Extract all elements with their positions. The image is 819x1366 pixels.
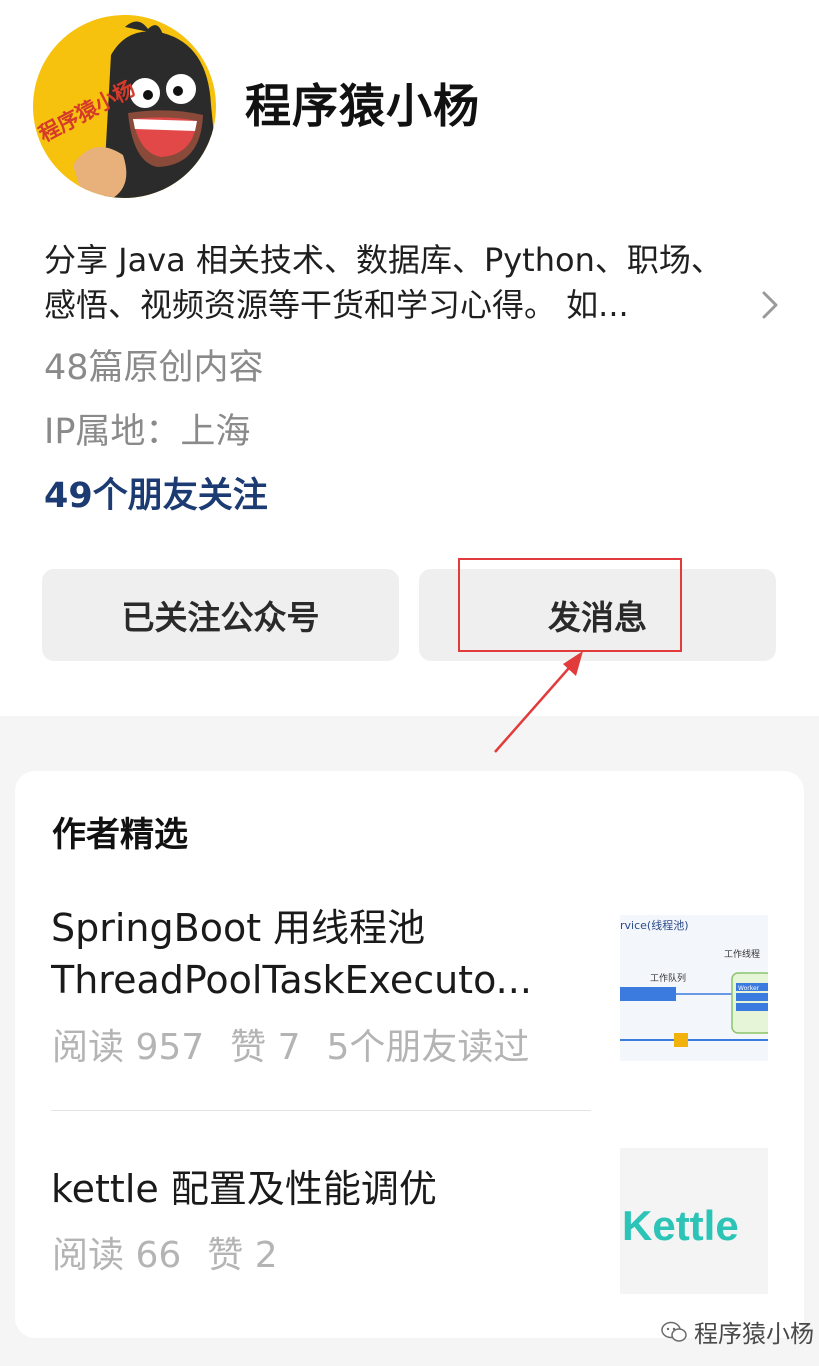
profile-header: 程序猿小杨 程序猿小杨 分享 Java 相关技术、数据库、Python、职场、 … [0, 0, 819, 716]
watermark: 程序猿小杨 [660, 1314, 814, 1349]
ip-location: IP属地：上海 [44, 412, 251, 452]
description-line: 感悟、视频资源等干货和学习心得。 如... [44, 286, 629, 324]
article-title-line: ThreadPoolTaskExecuto... [51, 958, 532, 1002]
avatar[interactable]: 程序猿小杨 [33, 15, 216, 198]
thumb-caption: rvice(线程池) [620, 918, 689, 932]
article-meta: 阅读 957 赞 7 5个朋友读过 [52, 1025, 529, 1071]
articles-count: 48篇原创内容 [44, 348, 264, 388]
like-count: 赞 7 [230, 1027, 301, 1068]
article-title[interactable]: SpringBoot 用线程池 ThreadPoolTaskExecuto... [51, 902, 571, 1006]
like-count: 赞 2 [207, 1235, 278, 1276]
article-thumbnail[interactable]: rvice(线程池) 工作线程 工作队列 Worker [620, 915, 768, 1061]
article-title-line: kettle 配置及性能调优 [51, 1167, 437, 1211]
kettle-logo-thumbnail: Kettle [620, 1148, 768, 1294]
kettle-logo-text: Kettle [622, 1202, 739, 1249]
article-title-line: SpringBoot 用线程池 [51, 906, 426, 950]
read-count: 阅读 957 [52, 1027, 205, 1068]
wechat-icon [661, 1321, 687, 1342]
article-title[interactable]: kettle 配置及性能调优 [51, 1163, 571, 1215]
followed-account-button[interactable]: 已关注公众号 [42, 569, 399, 661]
article-thumbnail[interactable]: Kettle [620, 1148, 768, 1294]
featured-section: 作者精选 SpringBoot 用线程池 ThreadPoolTaskExecu… [15, 771, 804, 1338]
featured-title: 作者精选 [52, 815, 188, 855]
account-description[interactable]: 分享 Java 相关技术、数据库、Python、职场、 感悟、视频资源等干货和学… [44, 238, 774, 328]
annotation-arrow-icon [494, 651, 583, 753]
thumb-label: 工作线程 [724, 948, 760, 960]
threadpool-diagram-thumbnail: rvice(线程池) 工作线程 工作队列 Worker [620, 915, 768, 1061]
read-count: 阅读 66 [52, 1235, 182, 1276]
description-line: 分享 Java 相关技术、数据库、Python、职场、 [44, 241, 723, 279]
friends-read: 5个朋友读过 [326, 1027, 530, 1068]
friends-following-link[interactable]: 49个朋友关注 [44, 474, 268, 518]
watermark-text: 程序猿小杨 [694, 1320, 814, 1348]
thumb-label: Worker [738, 985, 760, 992]
divider [51, 1110, 591, 1111]
account-name: 程序猿小杨 [245, 79, 480, 133]
gorilla-avatar-icon: 程序猿小杨 [33, 15, 216, 198]
highlight-box [458, 558, 682, 652]
thumb-label: 工作队列 [650, 972, 686, 984]
article-meta: 阅读 66 赞 2 [52, 1233, 278, 1279]
chevron-right-icon[interactable] [756, 288, 784, 322]
